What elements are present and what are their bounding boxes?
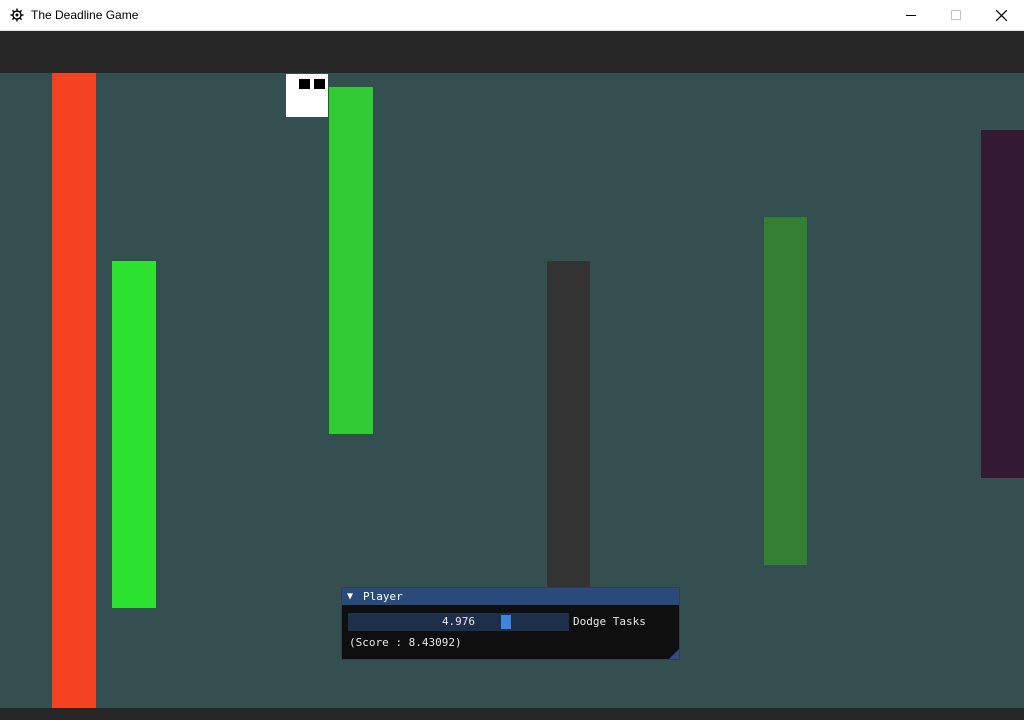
obstacle-dark-gray <box>547 261 590 587</box>
slider-value: 4.976 <box>441 615 476 628</box>
player-character <box>286 74 328 117</box>
bottom-margin-band <box>0 708 1024 720</box>
close-button[interactable] <box>978 0 1024 30</box>
slider-grab-handle[interactable] <box>501 615 512 629</box>
dodge-tasks-slider[interactable]: 4.976 <box>348 613 569 631</box>
minimize-button[interactable] <box>888 0 934 30</box>
panel-title: Player <box>363 590 403 603</box>
close-icon <box>995 9 1007 21</box>
score-text: (Score : 8.43092) <box>349 636 462 649</box>
maximize-icon <box>951 10 961 20</box>
minimize-icon <box>906 15 916 16</box>
title-bar[interactable]: The Deadline Game <box>0 0 1024 31</box>
maximize-button[interactable] <box>933 0 979 30</box>
obstacle-green <box>329 87 373 434</box>
obstacle-dark-green <box>764 217 807 565</box>
player-right-eye <box>314 79 325 89</box>
player-panel[interactable]: ▼ Player 4.976 Dodge Tasks (Score : 8.43… <box>341 587 680 660</box>
slider-label: Dodge Tasks <box>573 615 646 628</box>
resize-grip[interactable] <box>669 649 679 659</box>
gear-app-icon <box>10 8 24 22</box>
game-window: The Deadline Game ▼ Player 4.976 Dodge T… <box>0 0 1024 720</box>
window-title: The Deadline Game <box>31 8 139 22</box>
panel-header[interactable]: ▼ Player <box>342 588 679 605</box>
triangle-down-icon[interactable]: ▼ <box>347 589 353 604</box>
player-left-eye <box>299 79 310 89</box>
top-margin-band <box>0 31 1024 73</box>
obstacle-purple <box>981 130 1024 478</box>
obstacle-red <box>52 73 96 708</box>
obstacle-bright-green <box>112 261 156 608</box>
